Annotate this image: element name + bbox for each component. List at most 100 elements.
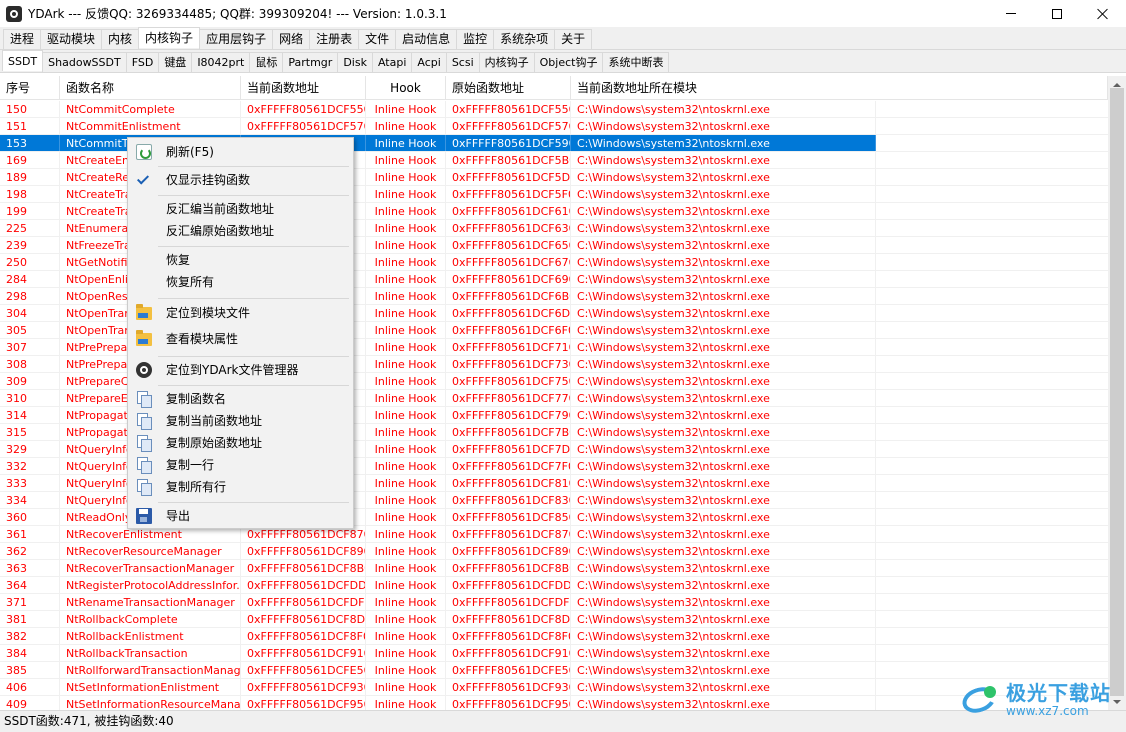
vertical-scrollbar[interactable] [1108, 76, 1126, 710]
maximize-button[interactable] [1034, 0, 1080, 27]
tab-sub-6[interactable]: Partmgr [282, 52, 339, 72]
tab-sub-13[interactable]: 系统中断表 [602, 52, 670, 72]
original-address-cell: 0xFFFFF80561DCF850 [446, 509, 571, 526]
function-name-cell: NtRollbackEnlistment [60, 628, 241, 645]
hook-cell: Inline Hook [366, 577, 446, 594]
menu-item-3[interactable]: 反汇编原始函数地址 [130, 221, 351, 241]
minimize-icon [1006, 13, 1016, 14]
original-address-cell: 0xFFFFF80561DCF650 [446, 237, 571, 254]
column-current-address-header[interactable]: 当前函数地址 [241, 76, 366, 100]
menu-item-7[interactable]: 查看模块属性 [130, 329, 351, 349]
original-address-cell: 0xFFFFF80561DCF910 [446, 645, 571, 662]
original-address-cell: 0xFFFFF80561DCF8B0 [446, 560, 571, 577]
menu-item-10[interactable]: 复制当前函数地址 [130, 411, 351, 431]
original-address-cell: 0xFFFFF80561DCF590 [446, 135, 571, 152]
index-cell: 307 [0, 339, 60, 356]
hook-cell: Inline Hook [366, 645, 446, 662]
module-cell: C:\Windows\system32\ntoskrnl.exe [571, 424, 876, 441]
table-row[interactable]: 382 NtRollbackEnlistment 0xFFFFF80561DCF8F… [0, 628, 876, 645]
index-cell: 385 [0, 662, 60, 679]
menu-item-2[interactable]: 反汇编当前函数地址 [130, 199, 351, 219]
table-header: 序号 函数名称 当前函数地址 Hook 原始函数地址 当前函数地址所在模块 [0, 76, 1108, 100]
module-cell: C:\Windows\system32\ntoskrnl.exe [571, 118, 876, 135]
menu-item-6[interactable]: 定位到模块文件 [130, 303, 351, 323]
tab-sub-2[interactable]: FSD [125, 52, 160, 72]
menu-item-14[interactable]: 导出 [130, 506, 351, 526]
column-module-header[interactable]: 当前函数地址所在模块 [571, 76, 1108, 100]
tab-sub-12[interactable]: Object钩子 [533, 52, 604, 72]
tab-main-6[interactable]: 注册表 [309, 29, 360, 49]
tab-main-9[interactable]: 监控 [456, 29, 495, 49]
chevron-up-icon [1113, 82, 1121, 87]
tab-sub-11[interactable]: 内核钩子 [478, 52, 535, 72]
hook-cell: Inline Hook [366, 322, 446, 339]
menu-separator [158, 246, 349, 247]
index-cell: 153 [0, 135, 60, 152]
menu-item-12[interactable]: 复制一行 [130, 455, 351, 475]
hook-cell: Inline Hook [366, 492, 446, 509]
tab-sub-7[interactable]: Disk [337, 52, 373, 72]
table-row[interactable]: 385 NtRollforwardTransactionManager 0xFFFF… [0, 662, 876, 679]
table-row[interactable]: 409 NtSetInformationResourceMana 0xFFFFF80… [0, 696, 876, 710]
menu-item-11[interactable]: 复制原始函数地址 [130, 433, 351, 453]
index-cell: 199 [0, 203, 60, 220]
tab-main-7[interactable]: 文件 [358, 29, 397, 49]
original-address-cell: 0xFFFFF80561DCF8F0 [446, 628, 571, 645]
tab-main-2[interactable]: 内核 [101, 29, 140, 49]
tab-main-10[interactable]: 系统杂项 [493, 29, 556, 49]
close-button[interactable] [1080, 0, 1126, 27]
hook-cell: Inline Hook [366, 169, 446, 186]
module-cell: C:\Windows\system32\ntoskrnl.exe [571, 288, 876, 305]
column-index-header[interactable]: 序号 [0, 76, 60, 100]
table-row[interactable]: 150 NtCommitComplete 0xFFFFF80561DCF550 Inl… [0, 101, 876, 118]
menu-item-13[interactable]: 复制所有行 [130, 477, 351, 497]
refresh-icon [136, 144, 152, 160]
scroll-thumb[interactable] [1110, 88, 1124, 696]
menu-item-0[interactable]: 刷新(F5) [130, 142, 351, 162]
status-text: SSDT函数:471, 被挂钩函数:40 [4, 714, 174, 728]
tab-main-0[interactable]: 进程 [3, 29, 42, 49]
module-cell: C:\Windows\system32\ntoskrnl.exe [571, 373, 876, 390]
tab-main-11[interactable]: 关于 [554, 29, 593, 49]
index-cell: 304 [0, 305, 60, 322]
menu-item-8[interactable]: 定位到YDArk文件管理器 [130, 360, 351, 380]
minimize-button[interactable] [988, 0, 1034, 27]
tab-sub-8[interactable]: Atapi [371, 52, 413, 72]
tab-sub-10[interactable]: Scsi [445, 52, 480, 72]
table-row[interactable]: 406 NtSetInformationEnlistment 0xFFFFF8056… [0, 679, 876, 696]
index-cell: 314 [0, 407, 60, 424]
table-row[interactable]: 151 NtCommitEnlistment 0xFFFFF80561DCF570 I… [0, 118, 876, 135]
table-row[interactable]: 371 NtRenameTransactionManager 0xFFFFF8056… [0, 594, 876, 611]
table-row[interactable]: 363 NtRecoverTransactionManager 0xFFFFF805… [0, 560, 876, 577]
table-row[interactable]: 362 NtRecoverResourceManager 0xFFFFF80561D… [0, 543, 876, 560]
original-address-cell: 0xFFFFF80561DCF890 [446, 543, 571, 560]
menu-item-label: 复制一行 [166, 458, 215, 472]
column-original-address-header[interactable]: 原始函数地址 [446, 76, 571, 100]
menu-item-5[interactable]: 恢复所有 [130, 272, 351, 292]
tab-sub-9[interactable]: Acpi [411, 52, 447, 72]
tab-main-5[interactable]: 网络 [272, 29, 311, 49]
menu-item-9[interactable]: 复制函数名 [130, 389, 351, 409]
table-row[interactable]: 384 NtRollbackTransaction 0xFFFFF80561DCF9… [0, 645, 876, 662]
menu-item-4[interactable]: 恢复 [130, 250, 351, 270]
function-name-cell: NtRecoverTransactionManager [60, 560, 241, 577]
original-address-cell: 0xFFFFF80561DCF830 [446, 492, 571, 509]
hook-cell: Inline Hook [366, 407, 446, 424]
tab-sub-1[interactable]: ShadowSSDT [42, 52, 127, 72]
tab-sub-4[interactable]: I8042prt [191, 52, 251, 72]
tab-main-3[interactable]: 内核钩子 [138, 27, 201, 48]
tab-main-4[interactable]: 应用层钩子 [199, 29, 274, 49]
column-function-name-header[interactable]: 函数名称 [60, 76, 241, 100]
original-address-cell: 0xFFFFF80561DCF5F0 [446, 186, 571, 203]
module-cell: C:\Windows\system32\ntoskrnl.exe [571, 594, 876, 611]
menu-item-1[interactable]: 仅显示挂钩函数 [130, 170, 351, 190]
original-address-cell: 0xFFFFF80561DCF770 [446, 390, 571, 407]
tab-sub-5[interactable]: 鼠标 [249, 52, 284, 72]
table-row[interactable]: 381 NtRollbackComplete 0xFFFFF80561DCF8D0 I… [0, 611, 876, 628]
tab-main-1[interactable]: 驱动模块 [40, 29, 103, 49]
tab-sub-0[interactable]: SSDT [2, 50, 44, 71]
tab-sub-3[interactable]: 键盘 [158, 52, 193, 72]
table-row[interactable]: 364 NtRegisterProtocolAddressInfor... 0xFF… [0, 577, 876, 594]
column-hook-header[interactable]: Hook [366, 76, 446, 100]
tab-main-8[interactable]: 启动信息 [395, 29, 458, 49]
